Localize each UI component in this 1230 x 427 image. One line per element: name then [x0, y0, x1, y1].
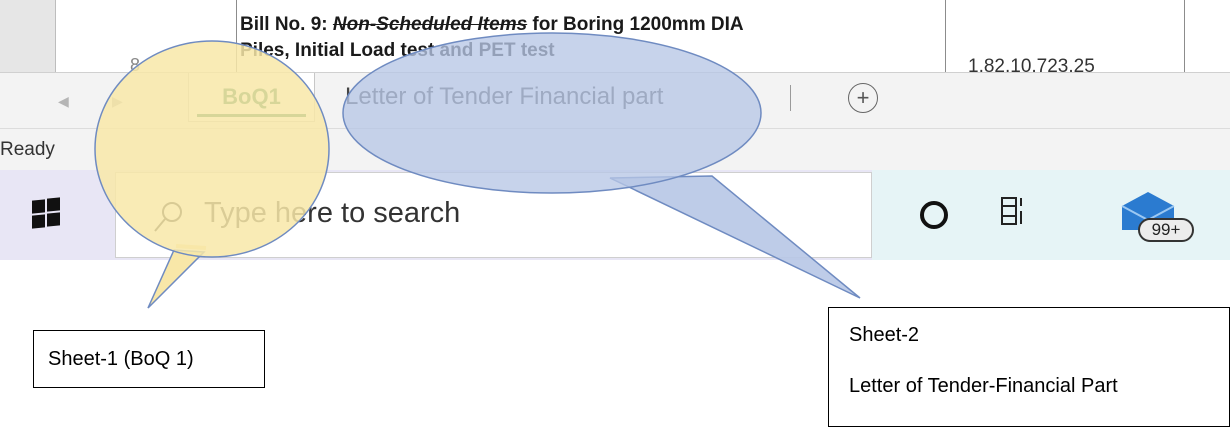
plus-icon: + [856, 85, 870, 110]
status-bar: Ready [0, 128, 1230, 171]
search-placeholder: Type here to search [204, 197, 461, 229]
bill-description-cell[interactable]: Bill No. 9: Non-Scheduled Items for Bori… [240, 12, 940, 64]
search-icon [154, 202, 182, 232]
sheet1-caption: Sheet-1 (BoQ 1) [33, 330, 265, 388]
cell-text-part: Load test and PET test [349, 40, 555, 61]
cell-text-part: for Boring 1200mm DIA [527, 14, 744, 35]
column-divider [236, 0, 237, 72]
sheet1-caption-text: Sheet-1 (BoQ 1) [48, 348, 194, 370]
tab-boq1[interactable]: BoQ1 [188, 73, 315, 122]
sheet2-caption-text: Letter of Tender-Financial Part [849, 375, 1118, 397]
cell-text-part: Piles, Initial [240, 40, 350, 61]
spreadsheet-grid: Bill No. 9: Non-Scheduled Items for Bori… [0, 0, 1230, 77]
sheet2-caption-title: Sheet-2 [849, 324, 920, 346]
task-view-icon[interactable] [1000, 194, 1024, 228]
cell-text-part: Bill No. 9: [240, 14, 333, 35]
windows-start-icon[interactable] [32, 197, 62, 229]
cell-text-part: Non-Scheduled Items [332, 14, 528, 35]
mail-badge: 99+ [1138, 218, 1194, 242]
status-text: Ready [0, 139, 55, 160]
column-divider [1184, 0, 1185, 72]
scroll-left-icon[interactable]: ◀ [58, 93, 69, 110]
scroll-right-icon[interactable]: ▶ [112, 93, 123, 110]
row-header-column [0, 0, 56, 72]
taskbar-search-box[interactable]: Type here to search [115, 172, 872, 258]
cortana-icon[interactable] [920, 201, 948, 229]
tab-separator [790, 85, 791, 111]
add-sheet-button[interactable]: + [848, 83, 878, 113]
column-divider [945, 0, 946, 72]
sheet2-caption: Sheet-2 Letter of Tender-Financial Part [828, 307, 1230, 427]
sheet-tab-bar: ◀ ▶ BoQ1 Letter of Tender Financial part… [0, 72, 1230, 129]
tab-letter-of-tender[interactable]: Letter of Tender Financial part [345, 73, 663, 121]
taskbar: Type here to search 99+ [0, 170, 1230, 260]
